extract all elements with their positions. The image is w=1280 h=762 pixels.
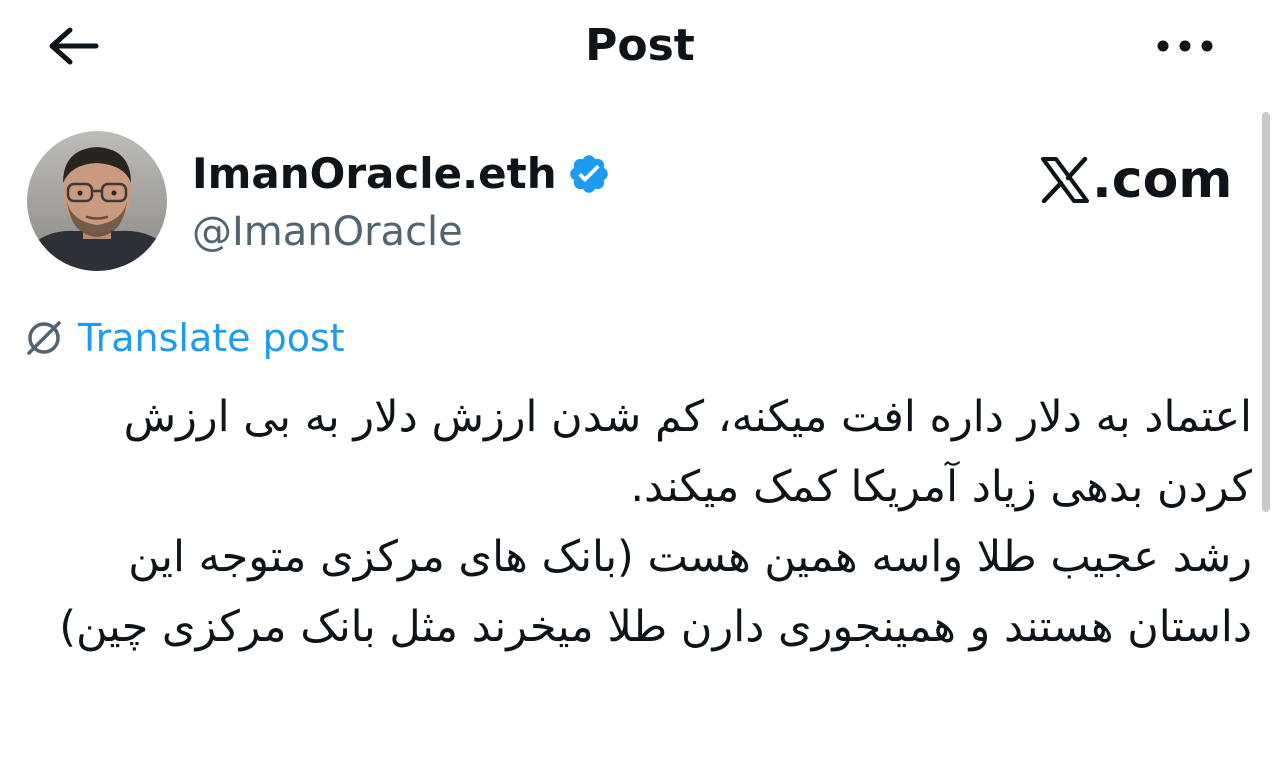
post-paragraph: رشد عجیب طلا واسه همین هست (بانک های مرک… [59,532,1252,652]
scrollbar[interactable] [1262,112,1270,512]
author-handle[interactable]: @ImanOracle [192,206,463,258]
avatar[interactable] [27,131,167,271]
translate-post-label: Translate post [78,316,345,360]
more-horizontal-icon [1157,40,1213,52]
post-text: اعتماد به دلار داره افت میکنه، کم شدن ار… [30,382,1252,662]
brand-logo-suffix: .com [1092,150,1233,210]
author-name[interactable]: ImanOracle.eth [192,148,557,200]
post-paragraph: اعتماد به دلار داره افت میکنه، کم شدن ار… [123,392,1252,512]
verified-badge-icon[interactable] [567,152,611,196]
avatar-photo [27,131,167,271]
page-title: Post [585,20,695,71]
author-name-row: ImanOracle.eth [192,148,611,200]
x-logo-icon [1041,157,1089,203]
post-page: Post ImanOracle.eth @ImanOracle .com Tra… [0,0,1280,762]
globe-slash-icon [27,321,61,355]
translate-post-link[interactable]: Translate post [24,314,345,362]
more-options-button[interactable] [1150,24,1220,68]
brand-logo: .com [1040,150,1233,210]
